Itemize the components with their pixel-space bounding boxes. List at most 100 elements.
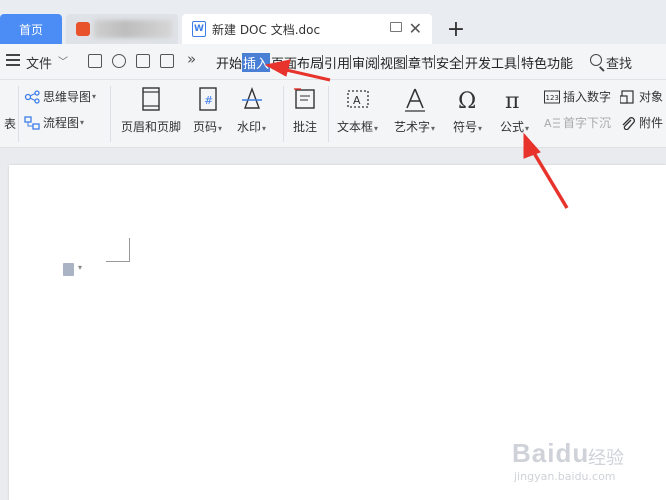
attachment-button[interactable]: 附件	[620, 114, 663, 131]
menu-item-developer[interactable]: 开发工具	[465, 53, 517, 72]
caret-down-icon[interactable]: ▾	[262, 124, 266, 133]
svg-text:A: A	[544, 117, 552, 130]
print-preview-icon[interactable]	[160, 54, 174, 68]
insert-number-button[interactable]: 123 插入数字	[544, 88, 611, 105]
menu-divider	[378, 55, 379, 69]
formula-button[interactable]: π 公式▾	[500, 86, 529, 135]
tab-home[interactable]: 首页	[0, 14, 62, 44]
ribbon-table-cut[interactable]: 表	[4, 115, 16, 132]
page-margin-mark	[106, 238, 130, 262]
ribbon-insert: 表 思维导图 ▾ 流程图 ▾ 页眉和页脚 # 页码▾ 水印▾ 批注 A 文本框▾…	[0, 80, 666, 148]
watermark-brand: Baidu	[512, 438, 590, 468]
watermark-url: jingyan.baidu.com	[514, 470, 616, 483]
symbol-text: 符号	[453, 120, 478, 134]
menu-divider	[462, 55, 463, 69]
menu-item-chapter[interactable]: 章节	[408, 53, 434, 72]
formula-text: 公式	[500, 120, 525, 134]
textbox-label: 文本框▾	[337, 118, 378, 135]
print-icon[interactable]	[136, 54, 150, 68]
blurred-tab-title	[94, 20, 172, 38]
mindmap-label: 思维导图	[43, 90, 92, 104]
mindmap-button[interactable]: 思维导图 ▾	[24, 88, 96, 105]
comment-button[interactable]: 批注	[292, 86, 318, 135]
omega-icon: Ω	[455, 86, 481, 114]
header-footer-button[interactable]: 页眉和页脚	[121, 86, 181, 135]
doc-file-icon: W	[192, 21, 206, 37]
dropcap-label: 首字下沉	[563, 116, 612, 130]
page-number-label: 页码▾	[193, 118, 222, 135]
ribbon-divider	[110, 86, 111, 142]
menu-item-start[interactable]: 开始	[216, 53, 242, 72]
symbol-button[interactable]: Ω 符号▾	[453, 86, 482, 135]
menu-item-references[interactable]: 引用	[324, 53, 350, 72]
search-label[interactable]: 查找	[606, 53, 632, 72]
comment-label: 批注	[292, 120, 317, 134]
wordart-icon	[402, 86, 428, 114]
svg-text:Ω: Ω	[458, 89, 476, 114]
tab-bar: 首页 W 新建 DOC 文档.doc ✕ +	[0, 0, 666, 44]
menu-item-review[interactable]: 审阅	[352, 53, 378, 72]
attachment-label: 附件	[639, 116, 664, 130]
page-number-text: 页码	[193, 120, 218, 134]
undo-icon[interactable]	[112, 54, 126, 68]
mindmap-icon	[24, 89, 40, 104]
flowchart-button[interactable]: 流程图 ▾	[24, 114, 84, 131]
wordart-button[interactable]: 艺术字▾	[394, 86, 435, 135]
textbox-text: 文本框	[337, 120, 374, 134]
watermark-label: 水印▾	[237, 118, 266, 135]
insert-number-label: 插入数字	[563, 90, 612, 104]
object-icon	[619, 89, 636, 104]
caret-down-icon[interactable]: ▾	[374, 124, 378, 133]
close-icon[interactable]: ✕	[409, 19, 422, 38]
page-number-button[interactable]: # 页码▾	[193, 86, 222, 135]
window-pin-icon[interactable]	[390, 22, 402, 32]
menu-divider	[350, 55, 351, 69]
symbol-label: 符号▾	[453, 118, 482, 135]
baidu-watermark: Baidu 经验 jingyan.baidu.com	[512, 430, 662, 490]
caret-down-icon[interactable]: ▾	[92, 92, 96, 101]
menu-item-view[interactable]: 视图	[380, 53, 406, 72]
new-tab-button[interactable]: +	[444, 14, 468, 44]
ribbon-divider	[18, 86, 19, 142]
menu-item-page-layout[interactable]: 页面布局	[271, 53, 323, 72]
object-label: 对象	[639, 90, 664, 104]
flowchart-label: 流程图	[43, 116, 80, 130]
tab-document-title: 新建 DOC 文档.doc	[212, 22, 321, 37]
textbox-icon: A	[345, 86, 371, 114]
more-icon[interactable]: »	[187, 50, 196, 68]
menu-hamburger-icon[interactable]	[6, 54, 20, 66]
menu-item-insert[interactable]: 插入	[242, 53, 271, 72]
ribbon-divider	[328, 86, 329, 142]
number-123-icon: 123	[544, 90, 560, 104]
caret-down-icon[interactable]: ▾	[525, 124, 529, 133]
chevron-down-icon[interactable]: ﹀	[58, 53, 68, 68]
caret-down-icon[interactable]: ▾	[80, 118, 84, 127]
dropcap-icon: A	[544, 116, 560, 130]
svg-text:A: A	[353, 94, 361, 107]
save-icon[interactable]	[88, 54, 102, 68]
svg-text:123: 123	[546, 94, 559, 102]
header-footer-label: 页眉和页脚	[121, 120, 182, 134]
textbox-button[interactable]: A 文本框▾	[337, 86, 378, 135]
caret-down-icon[interactable]: ▾	[78, 263, 82, 272]
menu-bar: 文件 ﹀ » 开始 插入 页面布局 引用 审阅 视图 章节 安全 开发工具 特色…	[0, 44, 666, 80]
caret-down-icon[interactable]: ▾	[431, 124, 435, 133]
menu-divider	[322, 55, 323, 69]
menu-item-security[interactable]: 安全	[436, 53, 462, 72]
tab-document[interactable]: W 新建 DOC 文档.doc ✕	[182, 14, 432, 44]
file-menu[interactable]: 文件	[26, 53, 52, 72]
watermark-sub: 经验	[588, 448, 624, 469]
caret-down-icon[interactable]: ▾	[218, 124, 222, 133]
caret-down-icon[interactable]: ▾	[478, 124, 482, 133]
menu-item-features[interactable]: 特色功能	[521, 53, 573, 72]
object-button[interactable]: 对象	[619, 88, 664, 105]
dropcap-button[interactable]: A 首字下沉	[544, 114, 611, 131]
header-footer-icon	[138, 86, 164, 114]
tab-blurred[interactable]	[66, 14, 178, 44]
paragraph-icon[interactable]	[63, 263, 74, 276]
flowchart-icon	[24, 115, 40, 130]
search-icon[interactable]	[590, 54, 602, 66]
watermark-button[interactable]: 水印▾	[237, 86, 266, 135]
svg-text:π: π	[505, 89, 519, 114]
menu-divider	[518, 55, 519, 69]
